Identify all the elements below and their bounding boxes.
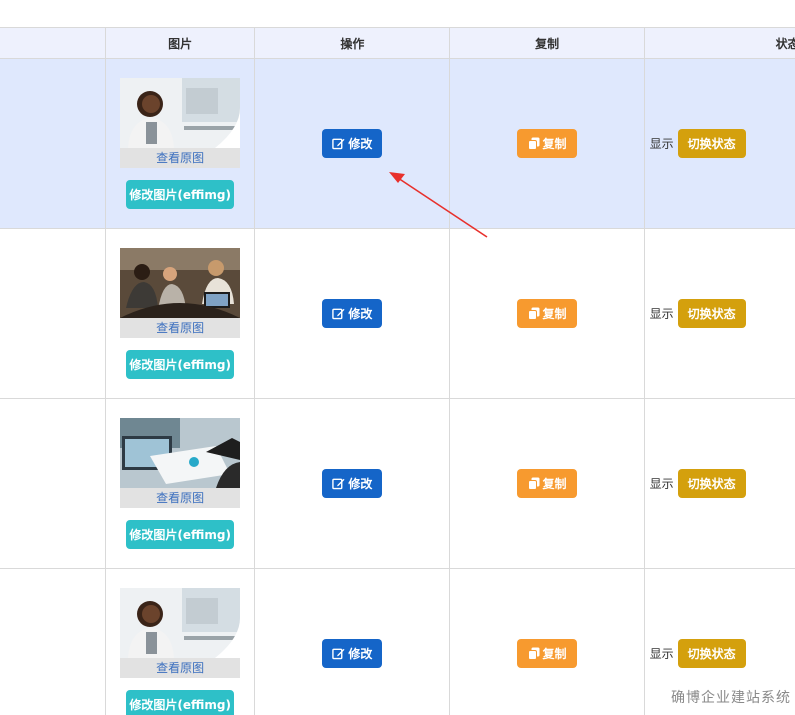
cell-status: 显示 切换状态 bbox=[643, 58, 795, 229]
cell-image: 查看原图 修改图片(effimg) bbox=[105, 228, 256, 399]
cell-blank bbox=[0, 398, 107, 569]
status-text: 显示 bbox=[649, 647, 674, 661]
cell-blank bbox=[0, 568, 107, 715]
cell-image: 查看原图 修改图片(effimg) bbox=[105, 58, 256, 229]
toggle-status-button[interactable]: 切换状态 bbox=[677, 639, 746, 668]
cell-image: 查看原图 修改图片(effimg) bbox=[105, 398, 256, 569]
cell-blank bbox=[0, 228, 107, 399]
edit-button-label: 修改 bbox=[348, 307, 373, 321]
thumbnail[interactable]: 查看原图 bbox=[120, 248, 241, 338]
thumbnail[interactable]: 查看原图 bbox=[120, 588, 241, 678]
edit-button-label: 修改 bbox=[348, 137, 373, 151]
edit-image-button[interactable]: 修改图片(effimg) bbox=[126, 520, 235, 549]
cell-copy: 复制 bbox=[449, 58, 645, 229]
edit-button[interactable]: 修改 bbox=[322, 469, 383, 498]
cell-blank bbox=[0, 58, 107, 229]
copy-icon bbox=[527, 477, 540, 490]
table-row: 查看原图 修改图片(effimg) 修改 复制 显示 切换状态 bbox=[0, 58, 795, 229]
edit-image-button[interactable]: 修改图片(effimg) bbox=[126, 690, 235, 715]
status-text: 显示 bbox=[649, 307, 674, 321]
header-status: 状态 bbox=[643, 27, 795, 59]
copy-button[interactable]: 复制 bbox=[517, 299, 578, 328]
pencil-square-icon bbox=[332, 478, 345, 490]
admin-page: 图片 操作 复制 状态 查看原图 修改图片(effimg) 修改 复制 显示 切… bbox=[0, 0, 795, 715]
edit-button[interactable]: 修改 bbox=[322, 129, 383, 158]
copy-button[interactable]: 复制 bbox=[517, 639, 578, 668]
edit-button[interactable]: 修改 bbox=[322, 299, 383, 328]
view-original-link[interactable]: 查看原图 bbox=[120, 658, 240, 678]
cell-operation: 修改 bbox=[254, 568, 451, 715]
table-row: 查看原图 修改图片(effimg) 修改 复制 显示 切换状态 bbox=[0, 398, 795, 569]
edit-button-label: 修改 bbox=[348, 647, 373, 661]
view-original-link[interactable]: 查看原图 bbox=[120, 148, 240, 168]
edit-button[interactable]: 修改 bbox=[322, 639, 383, 668]
header-operation: 操作 bbox=[254, 27, 451, 59]
thumbnail[interactable]: 查看原图 bbox=[120, 418, 241, 508]
copy-button-label: 复制 bbox=[542, 647, 567, 661]
cell-operation: 修改 bbox=[254, 398, 451, 569]
header-copy: 复制 bbox=[449, 27, 645, 59]
copy-icon bbox=[527, 647, 540, 660]
table-row: 查看原图 修改图片(effimg) 修改 复制 显示 切换状态 bbox=[0, 228, 795, 399]
pencil-square-icon bbox=[332, 648, 345, 660]
cell-copy: 复制 bbox=[449, 398, 645, 569]
status-text: 显示 bbox=[649, 477, 674, 491]
thumbnail[interactable]: 查看原图 bbox=[120, 78, 241, 168]
view-original-link[interactable]: 查看原图 bbox=[120, 318, 240, 338]
copy-button-label: 复制 bbox=[542, 137, 567, 151]
copy-icon bbox=[527, 307, 540, 320]
thumbnail-image bbox=[120, 78, 241, 148]
pencil-square-icon bbox=[332, 138, 345, 150]
copy-button[interactable]: 复制 bbox=[517, 469, 578, 498]
cell-copy: 复制 bbox=[449, 228, 645, 399]
copy-button-label: 复制 bbox=[542, 477, 567, 491]
toggle-status-button[interactable]: 切换状态 bbox=[677, 469, 746, 498]
thumbnail-image bbox=[120, 588, 241, 658]
edit-image-button[interactable]: 修改图片(effimg) bbox=[126, 180, 235, 209]
cell-operation: 修改 bbox=[254, 228, 451, 399]
header-blank bbox=[0, 27, 107, 59]
status-text: 显示 bbox=[649, 137, 674, 151]
edit-image-button[interactable]: 修改图片(effimg) bbox=[126, 350, 235, 379]
cell-status: 显示 切换状态 bbox=[643, 398, 795, 569]
view-original-link[interactable]: 查看原图 bbox=[120, 488, 240, 508]
cell-copy: 复制 bbox=[449, 568, 645, 715]
thumbnail-image bbox=[120, 418, 241, 488]
cell-operation: 修改 bbox=[254, 58, 451, 229]
thumbnail-image bbox=[120, 248, 241, 318]
cell-image: 查看原图 修改图片(effimg) bbox=[105, 568, 256, 715]
toggle-status-button[interactable]: 切换状态 bbox=[677, 299, 746, 328]
header-image: 图片 bbox=[105, 27, 256, 59]
copy-icon bbox=[527, 137, 540, 150]
copy-button[interactable]: 复制 bbox=[517, 129, 578, 158]
edit-button-label: 修改 bbox=[348, 477, 373, 491]
toggle-status-button[interactable]: 切换状态 bbox=[677, 129, 746, 158]
watermark: 确博企业建站系统 bbox=[671, 690, 791, 706]
copy-button-label: 复制 bbox=[542, 307, 567, 321]
cell-status: 显示 切换状态 bbox=[643, 228, 795, 399]
pencil-square-icon bbox=[332, 308, 345, 320]
content-table: 图片 操作 复制 状态 查看原图 修改图片(effimg) 修改 复制 显示 切… bbox=[0, 27, 795, 715]
table-header-row: 图片 操作 复制 状态 bbox=[0, 27, 795, 59]
